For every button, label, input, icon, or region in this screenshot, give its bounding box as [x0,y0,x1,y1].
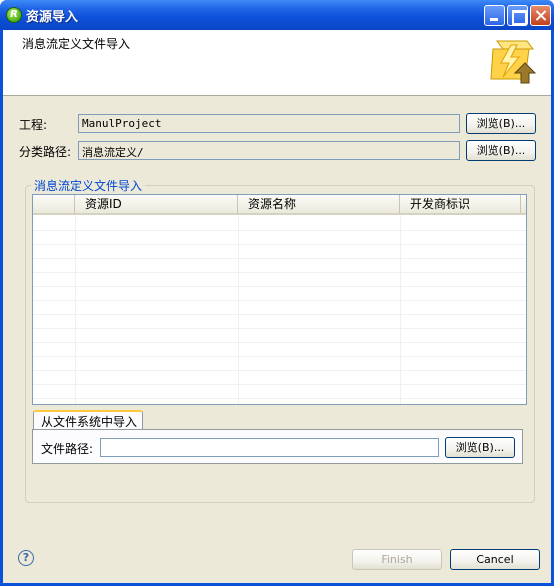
dialog-window: R 资源导入 消息流定义文件导入 工程: ManulProject 浏览(B).… [0,0,554,586]
path-field: 消息流定义/ [78,141,460,160]
path-label: 分类路径: [19,145,72,159]
help-icon[interactable]: ? [18,550,34,566]
file-path-input[interactable] [100,438,439,457]
maximize-button[interactable] [507,5,528,26]
table-row[interactable] [33,259,526,273]
wizard-banner: 消息流定义文件导入 [3,30,551,96]
table-row[interactable] [33,329,526,343]
cancel-button[interactable]: Cancel [450,549,540,570]
table-row[interactable] [33,385,526,399]
finish-button[interactable]: Finish [352,549,442,570]
close-button[interactable] [530,5,551,26]
app-icon: R [6,7,22,23]
project-label: 工程: [19,118,48,132]
table-row[interactable] [33,287,526,301]
column-header-select[interactable] [33,195,75,213]
table-header: 资源ID 资源名称 开发商标识 [33,195,526,215]
path-browse-button[interactable]: 浏览(B)... [466,140,536,161]
table-row[interactable] [33,217,526,231]
column-header-resource-name[interactable]: 资源名称 [238,195,400,213]
table-row[interactable] [33,315,526,329]
project-browse-button[interactable]: 浏览(B)... [466,113,536,134]
title-bar[interactable]: R 资源导入 [0,0,554,30]
import-wizard-icon [490,40,537,84]
table-row[interactable] [33,273,526,287]
banner-title: 消息流定义文件导入 [22,37,131,51]
table-row[interactable] [33,231,526,245]
tab-panel: 文件路径: 浏览(B)... [32,429,523,464]
column-header-vendor-id[interactable]: 开发商标识 [400,195,521,213]
file-path-label: 文件路径: [41,442,94,456]
tab-label: 从文件系统中导入 [41,415,138,429]
file-browse-button[interactable]: 浏览(B)... [445,437,515,458]
resource-table[interactable]: 资源ID 资源名称 开发商标识 [32,194,527,405]
table-row[interactable] [33,245,526,259]
table-row[interactable] [33,301,526,315]
minimize-button[interactable] [484,5,505,26]
tab-filesystem-import[interactable]: 从文件系统中导入 [33,410,143,430]
table-row[interactable] [33,357,526,371]
table-row[interactable] [33,343,526,357]
group-legend: 消息流定义文件导入 [31,177,146,194]
table-row[interactable] [33,371,526,385]
window-title: 资源导入 [26,10,79,25]
dialog-client-area: 消息流定义文件导入 工程: ManulProject 浏览(B)... 分类路径… [3,30,551,583]
column-header-resource-id[interactable]: 资源ID [75,195,238,213]
project-field: ManulProject [78,114,460,133]
